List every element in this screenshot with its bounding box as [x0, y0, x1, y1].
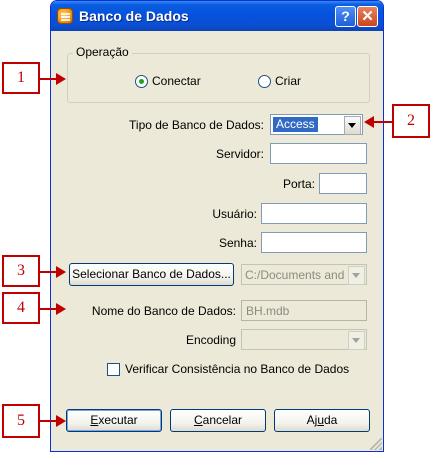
encoding-select[interactable]: [241, 329, 367, 350]
close-title-button[interactable]: ✕: [357, 6, 378, 27]
annotation-4-arrow-head: [56, 303, 66, 315]
user-input[interactable]: [261, 203, 367, 224]
consistency-checkbox[interactable]: [107, 363, 120, 376]
annotation-5-arrow-line: [40, 420, 57, 422]
annotation-5: 5: [2, 404, 40, 438]
annotation-1-arrow-head: [56, 73, 66, 85]
port-input[interactable]: [319, 173, 367, 194]
encoding-label: Encoding: [185, 333, 236, 347]
help-mnemonic: u: [317, 413, 324, 427]
annotation-3: 3: [2, 255, 40, 287]
select-database-button[interactable]: Selecionar Banco de Dados...: [69, 263, 234, 286]
password-input[interactable]: [261, 232, 367, 253]
server-input[interactable]: [270, 143, 367, 164]
database-app-icon: [57, 8, 73, 24]
chevron-down-icon[interactable]: [348, 331, 365, 350]
execute-label: xecutar: [98, 413, 138, 427]
cancel-mnemonic: C: [193, 413, 203, 427]
db-path-select[interactable]: C:/Documents and Se: [241, 264, 367, 285]
annotation-2-arrow-line: [372, 121, 392, 123]
annotation-3-arrow-line: [40, 271, 57, 273]
title-bar[interactable]: Banco de Dados ? ✕: [51, 1, 383, 31]
annotation-5-arrow-head: [56, 415, 66, 427]
help-label-pre: Aj: [306, 413, 318, 427]
annotation-2: 2: [392, 104, 430, 138]
radio-criar-label[interactable]: Criar: [275, 74, 301, 88]
db-path-value: C:/Documents and Se: [245, 268, 349, 282]
server-label: Servidor:: [215, 147, 264, 161]
db-type-select[interactable]: Access: [270, 114, 363, 135]
window-title: Banco de Dados: [79, 8, 189, 24]
chevron-down-icon[interactable]: [344, 116, 361, 135]
radio-criar[interactable]: [258, 75, 271, 88]
radio-conectar-label[interactable]: Conectar: [152, 74, 201, 88]
help-label-rest: da: [324, 413, 338, 427]
execute-button[interactable]: Executar: [66, 409, 162, 432]
operation-group: [67, 53, 370, 103]
dialog-window: Banco de Dados ? ✕ Operação Conectar Cri…: [50, 0, 384, 452]
annotation-4-arrow-line: [40, 308, 57, 310]
db-type-label: Tipo de Banco de Dados:: [129, 118, 264, 132]
resize-grip[interactable]: [370, 438, 382, 450]
radio-conectar[interactable]: [135, 75, 148, 88]
annotation-3-arrow-head: [56, 266, 66, 278]
annotation-2-arrow-head: [364, 116, 374, 128]
cancel-label: ancelar: [202, 413, 243, 427]
operation-legend: Operação: [73, 45, 132, 59]
db-name-label: Nome do Banco de Dados:: [91, 304, 236, 318]
password-label: Senha:: [218, 236, 257, 250]
db-name-input[interactable]: BH.mdb: [241, 300, 367, 321]
consistency-checkbox-label[interactable]: Verificar Consistência no Banco de Dados: [125, 362, 349, 376]
user-label: Usuário:: [212, 207, 257, 221]
annotation-1-arrow-line: [40, 78, 57, 80]
db-name-value: BH.mdb: [246, 304, 290, 318]
annotation-1: 1: [2, 62, 40, 94]
annotation-4: 4: [2, 292, 40, 324]
chevron-down-icon[interactable]: [348, 266, 365, 285]
cancel-button[interactable]: Cancelar: [170, 409, 266, 432]
db-type-value: Access: [273, 117, 318, 132]
help-title-button[interactable]: ?: [335, 6, 356, 27]
port-label: Porta:: [282, 177, 315, 191]
help-button[interactable]: Ajuda: [274, 409, 370, 432]
